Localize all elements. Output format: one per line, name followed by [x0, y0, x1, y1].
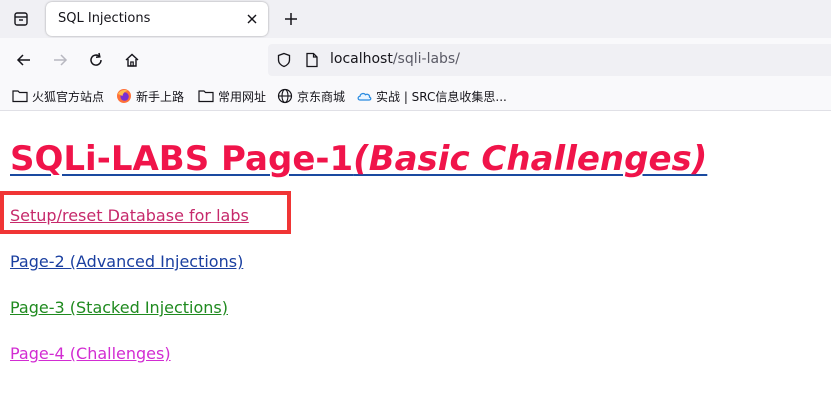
- forward-button[interactable]: [48, 48, 72, 72]
- address-bar[interactable]: localhost/sqli-labs/: [268, 44, 831, 76]
- reload-button[interactable]: [84, 48, 108, 72]
- back-button[interactable]: [12, 48, 36, 72]
- page-2-advanced-injections-link[interactable]: Page-2 (Advanced Injections): [10, 252, 243, 271]
- bookmark-common-sites[interactable]: 常用网址: [198, 86, 266, 106]
- page-icon: [306, 52, 318, 68]
- site-info-button[interactable]: [302, 50, 322, 70]
- page-heading-main: SQLi-LABS Page-1: [10, 139, 354, 179]
- tab-list-button[interactable]: [8, 6, 34, 32]
- url-host: localhost: [330, 51, 393, 67]
- navigation-bar: localhost/sqli-labs/: [0, 38, 831, 82]
- tab-title: SQL Injections: [58, 11, 151, 26]
- page-3-stacked-injections-link[interactable]: Page-3 (Stacked Injections): [10, 298, 228, 317]
- forward-arrow-icon: [54, 54, 68, 66]
- home-button[interactable]: [120, 48, 144, 72]
- bookmark-firefox-official[interactable]: 火狐官方站点: [12, 86, 104, 106]
- bookmark-getting-started[interactable]: 新手上路: [116, 86, 184, 106]
- plus-icon: [285, 13, 297, 25]
- bookmark-label: 新手上路: [136, 89, 185, 104]
- cloud-icon: [356, 88, 372, 104]
- firefox-icon: [116, 88, 132, 104]
- highlight-annotation-box: [0, 191, 291, 234]
- tab-list-icon: [14, 12, 28, 26]
- page-heading: SQLi-LABS Page-1(Basic Challenges): [10, 139, 707, 179]
- page-content: SQLi-LABS Page-1(Basic Challenges) Setup…: [0, 111, 831, 414]
- page-4-challenges-link[interactable]: Page-4 (Challenges): [10, 344, 171, 363]
- close-tab-button[interactable]: [244, 11, 260, 27]
- bookmark-src-info-gathering[interactable]: 实战 | SRC信息收集思...: [356, 86, 507, 106]
- tab-sql-injections[interactable]: SQL Injections: [46, 2, 268, 36]
- bookmark-label: 实战 | SRC信息收集思...: [376, 89, 507, 104]
- bookmark-label: 常用网址: [218, 89, 267, 104]
- shield-icon: [277, 52, 291, 68]
- tab-strip: SQL Injections: [0, 0, 831, 38]
- bookmark-label: 火狐官方站点: [32, 89, 105, 104]
- back-arrow-icon: [16, 54, 30, 66]
- bookmarks-toolbar: 火狐官方站点 新手上路 常用网址 京东商城 实战 | SRC信息收集思...: [0, 82, 831, 111]
- tracking-protection-button[interactable]: [274, 50, 294, 70]
- folder-icon: [198, 88, 214, 104]
- globe-icon: [277, 88, 293, 104]
- page-heading-subtitle: (Basic Challenges): [353, 139, 708, 179]
- url-text[interactable]: localhost/sqli-labs/: [330, 51, 460, 67]
- home-icon: [125, 53, 139, 67]
- folder-icon: [12, 88, 28, 104]
- reload-icon: [90, 52, 102, 66]
- close-icon: [247, 14, 257, 24]
- url-path: /sqli-labs/: [392, 51, 460, 67]
- bookmark-label: 京东商城: [297, 89, 346, 104]
- new-tab-button[interactable]: [280, 8, 302, 30]
- bookmark-jd-mall[interactable]: 京东商城: [277, 86, 345, 106]
